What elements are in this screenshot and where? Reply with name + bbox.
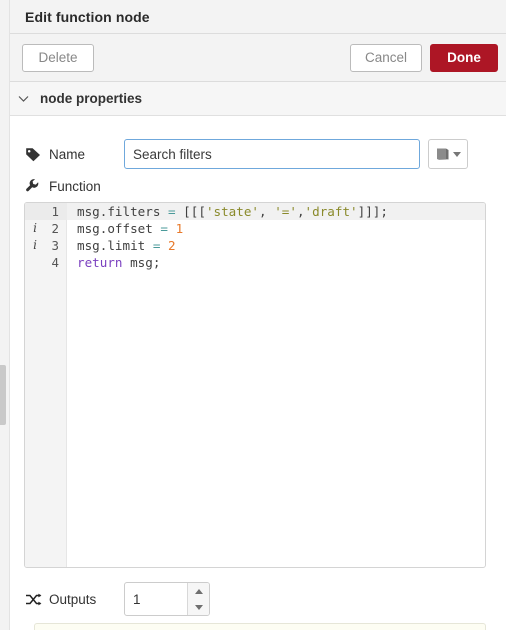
dialog-toolbar: Delete Cancel Done <box>10 34 506 82</box>
function-label: Function <box>49 178 101 194</box>
edit-function-node-dialog: Edit function node Delete Cancel Done no… <box>0 0 506 630</box>
editor-canvas-edge <box>0 0 10 630</box>
outputs-row: Outputs <box>24 582 210 616</box>
line-code: msg.offset = 1 <box>77 221 184 236</box>
stepper-decrement-button[interactable] <box>188 599 209 615</box>
shuffle-icon <box>24 591 42 607</box>
code-line[interactable]: i 3 msg.limit = 2 <box>25 237 485 254</box>
wrench-icon <box>24 178 42 194</box>
line-number: 3 <box>51 238 59 253</box>
line-number: 1 <box>25 203 67 220</box>
stepper-buttons <box>187 583 209 615</box>
triangle-down-icon <box>194 604 203 610</box>
cancel-button[interactable]: Cancel <box>349 44 422 72</box>
name-row: Name <box>24 138 494 170</box>
dialog-body: Name Function <box>10 116 506 630</box>
line-number: 2 <box>51 221 59 236</box>
sidebar-drag-handle[interactable] <box>0 365 6 425</box>
node-properties-section-header[interactable]: node properties <box>10 82 506 116</box>
delete-button[interactable]: Delete <box>22 44 94 72</box>
dialog-header: Edit function node <box>10 0 506 34</box>
outputs-label: Outputs <box>49 591 97 607</box>
line-code: return msg; <box>77 255 161 270</box>
chevron-down-icon <box>18 95 36 103</box>
tag-icon <box>24 146 42 162</box>
library-menu-button[interactable] <box>428 139 468 169</box>
chevron-down-icon <box>453 151 461 157</box>
function-label-group: Function <box>24 178 101 194</box>
tip-panel <box>34 623 486 630</box>
page-title: Edit function node <box>25 9 150 25</box>
code-line[interactable]: 4 return msg; <box>25 254 485 271</box>
line-number: 4 <box>51 255 59 270</box>
stepper-increment-button[interactable] <box>188 583 209 599</box>
editor-code-area[interactable]: 1 msg.filters = [[['state', '=','draft']]… <box>25 203 485 271</box>
book-icon <box>435 147 450 161</box>
line-code: msg.limit = 2 <box>77 238 176 253</box>
name-input[interactable] <box>124 139 420 169</box>
code-line[interactable]: i 2 msg.offset = 1 <box>25 220 485 237</box>
done-button[interactable]: Done <box>430 44 498 72</box>
triangle-up-icon <box>194 588 203 594</box>
function-code-editor[interactable]: 1 msg.filters = [[['state', '=','draft']]… <box>24 202 486 568</box>
section-title: node properties <box>40 91 143 106</box>
outputs-input[interactable] <box>125 583 187 615</box>
name-label: Name <box>49 146 86 162</box>
code-line[interactable]: 1 msg.filters = [[['state', '=','draft']]… <box>25 203 485 220</box>
name-label-group: Name <box>24 146 124 162</box>
line-code: msg.filters = [[['state', '=','draft']]]… <box>77 204 388 219</box>
outputs-label-group: Outputs <box>24 591 124 607</box>
outputs-stepper[interactable] <box>124 582 210 616</box>
